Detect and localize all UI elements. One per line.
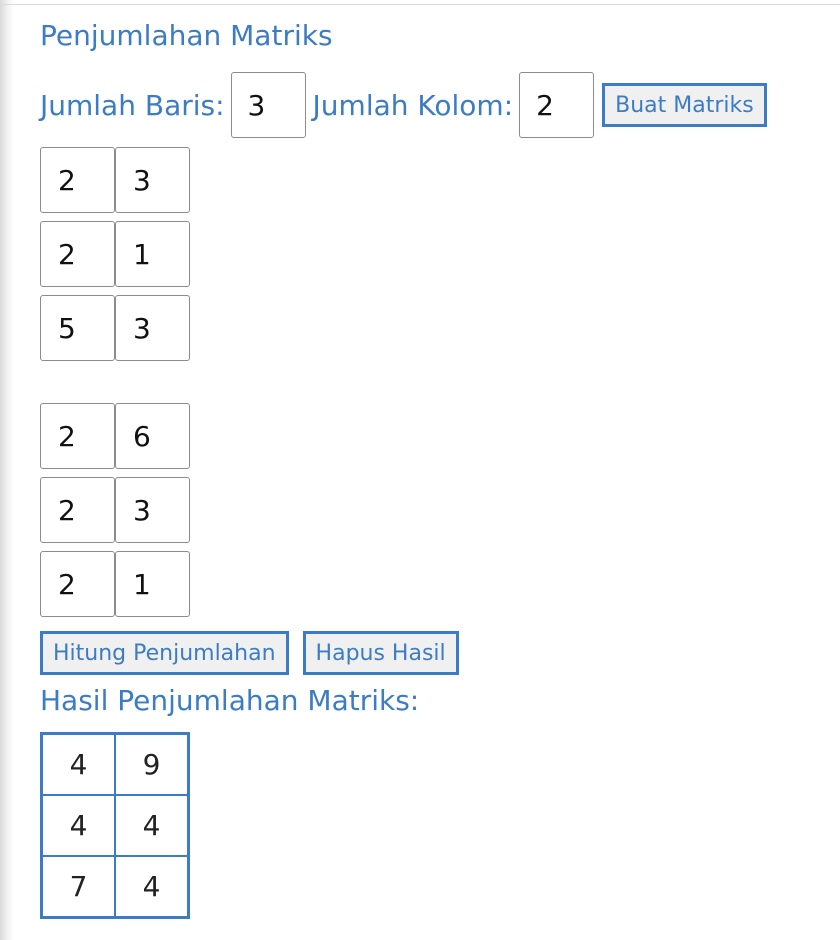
- matrix-b-cell[interactable]: [115, 551, 190, 617]
- matrix-b-cell[interactable]: [40, 403, 115, 469]
- matrix-b-cell[interactable]: [40, 551, 115, 617]
- matrix-b-row: [40, 403, 190, 469]
- result-cell: 9: [114, 732, 190, 796]
- dimension-controls: Jumlah Baris: Jumlah Kolom: Buat Matriks: [40, 72, 767, 138]
- matrix-a-cell[interactable]: [40, 147, 115, 213]
- page-title: Penjumlahan Matriks: [40, 19, 333, 52]
- result-cell: 7: [40, 855, 116, 919]
- cols-label: Jumlah Kolom:: [312, 88, 514, 122]
- action-buttons: Hitung Penjumlahan Hapus Hasil: [40, 631, 459, 675]
- matrix-a-cell[interactable]: [115, 221, 190, 287]
- left-edge-shadow: [0, 0, 14, 940]
- result-row: 4 4: [40, 794, 190, 857]
- rows-input[interactable]: [230, 72, 306, 138]
- result-row: 7 4: [40, 855, 190, 919]
- clear-result-button[interactable]: Hapus Hasil: [302, 631, 459, 675]
- matrix-a-cell[interactable]: [40, 295, 115, 361]
- matrix-b-cell[interactable]: [40, 477, 115, 543]
- build-matrix-button[interactable]: Buat Matriks: [602, 83, 767, 127]
- matrix-a-cell[interactable]: [40, 221, 115, 287]
- matrix-a: [40, 147, 190, 369]
- result-cell: 4: [40, 794, 116, 857]
- matrix-a-cell[interactable]: [115, 147, 190, 213]
- top-divider: [0, 4, 840, 5]
- calculate-sum-button[interactable]: Hitung Penjumlahan: [40, 631, 289, 675]
- matrix-b-row: [40, 551, 190, 617]
- result-cell: 4: [114, 794, 190, 857]
- result-title: Hasil Penjumlahan Matriks:: [40, 684, 420, 717]
- matrix-b-cell[interactable]: [115, 477, 190, 543]
- matrix-a-row: [40, 221, 190, 287]
- matrix-a-cell[interactable]: [115, 295, 190, 361]
- matrix-a-row: [40, 147, 190, 213]
- matrix-b-cell[interactable]: [115, 403, 190, 469]
- matrix-b-row: [40, 477, 190, 543]
- result-table: 4 9 4 4 7 4: [40, 732, 190, 919]
- result-cell: 4: [40, 732, 116, 796]
- rows-label: Jumlah Baris:: [40, 88, 225, 122]
- result-row: 4 9: [40, 732, 190, 796]
- result-cell: 4: [114, 855, 190, 919]
- matrix-a-row: [40, 295, 190, 361]
- matrix-b: [40, 403, 190, 625]
- cols-input[interactable]: [519, 72, 595, 138]
